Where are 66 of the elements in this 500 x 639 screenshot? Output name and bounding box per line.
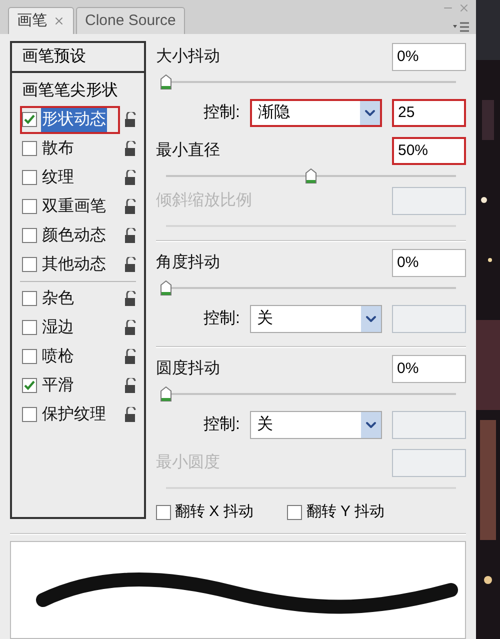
number-field[interactable]: 25 (392, 99, 466, 127)
lock-icon[interactable] (124, 256, 138, 272)
lock-icon[interactable] (124, 290, 138, 306)
lock-icon[interactable] (124, 320, 138, 336)
checkbox[interactable] (22, 199, 37, 214)
option-item[interactable]: 颜色动态 (20, 222, 120, 250)
lock-icon[interactable] (124, 348, 138, 364)
checkbox-label: 翻转 X 抖动 (175, 502, 254, 522)
lock-icon[interactable] (124, 228, 138, 244)
setting-label: 倾斜缩放比例 (156, 190, 252, 211)
lock-icon[interactable] (124, 170, 138, 186)
control-label: 控制: (204, 308, 240, 329)
option-item[interactable]: 杂色 (20, 284, 120, 312)
checkmark-icon (24, 114, 35, 125)
lock-icon[interactable] (124, 112, 138, 128)
checkbox[interactable] (22, 257, 37, 272)
number-field[interactable]: 0% (392, 43, 466, 71)
checkbox[interactable] (156, 504, 171, 520)
checkbox[interactable] (22, 228, 37, 243)
control-label: 控制: (204, 414, 240, 435)
lock-icon[interactable] (124, 140, 138, 156)
slider-thumb[interactable] (160, 386, 172, 402)
slider-thumb[interactable] (305, 168, 317, 184)
number-field[interactable]: 50% (392, 137, 466, 165)
option-item[interactable]: 画笔笔尖形状 (12, 76, 144, 105)
option-item[interactable]: 湿边 (20, 314, 120, 342)
setting-label: 最小圆度 (156, 452, 220, 473)
checkbox[interactable] (22, 349, 37, 364)
option-item[interactable]: 平滑 (20, 372, 120, 400)
checkbox-label: 翻转 Y 抖动 (306, 502, 384, 522)
close-icon[interactable] (53, 15, 65, 27)
setting-label: 大小抖动 (156, 46, 220, 67)
panel-tab[interactable]: Clone Source (76, 7, 185, 34)
slider-thumb[interactable] (160, 280, 172, 296)
number-field[interactable]: 0% (392, 249, 466, 277)
checkbox[interactable] (22, 407, 37, 422)
setting-label: 最小直径 (156, 140, 220, 161)
control-dropdown[interactable]: 关 (250, 305, 382, 333)
option-item[interactable]: 其他动态 (20, 250, 120, 278)
option-item[interactable]: 形状动态 (20, 106, 120, 134)
checkbox[interactable] (22, 378, 37, 393)
lock-icon[interactable] (124, 198, 138, 214)
checkbox[interactable] (22, 141, 37, 156)
lock-icon[interactable] (124, 378, 138, 394)
option-item[interactable]: 双重画笔 (20, 192, 120, 220)
option-item[interactable]: 喷枪 (20, 342, 120, 370)
panel-tab[interactable]: 画笔 (8, 7, 74, 34)
number-field[interactable]: 0% (392, 355, 466, 383)
brush-presets-button[interactable]: 画笔预设 (12, 43, 144, 73)
checkbox[interactable] (287, 504, 302, 520)
control-dropdown[interactable]: 渐隐 (250, 99, 382, 127)
checkbox[interactable] (22, 112, 37, 127)
lock-icon[interactable] (124, 406, 138, 422)
checkbox[interactable] (22, 170, 37, 185)
checkbox[interactable] (22, 291, 37, 306)
option-item[interactable]: 纹理 (20, 164, 120, 192)
slider-thumb[interactable] (160, 74, 172, 90)
control-label: 控制: (204, 102, 240, 123)
setting-label: 圆度抖动 (156, 358, 220, 379)
checkmark-icon (24, 380, 35, 391)
menu-icon[interactable] (452, 22, 470, 32)
control-dropdown[interactable]: 关 (250, 411, 382, 439)
checkbox[interactable] (22, 320, 37, 335)
setting-label: 角度抖动 (156, 252, 220, 273)
option-item[interactable]: 保护纹理 (20, 400, 120, 428)
option-item[interactable]: 散布 (20, 134, 120, 162)
